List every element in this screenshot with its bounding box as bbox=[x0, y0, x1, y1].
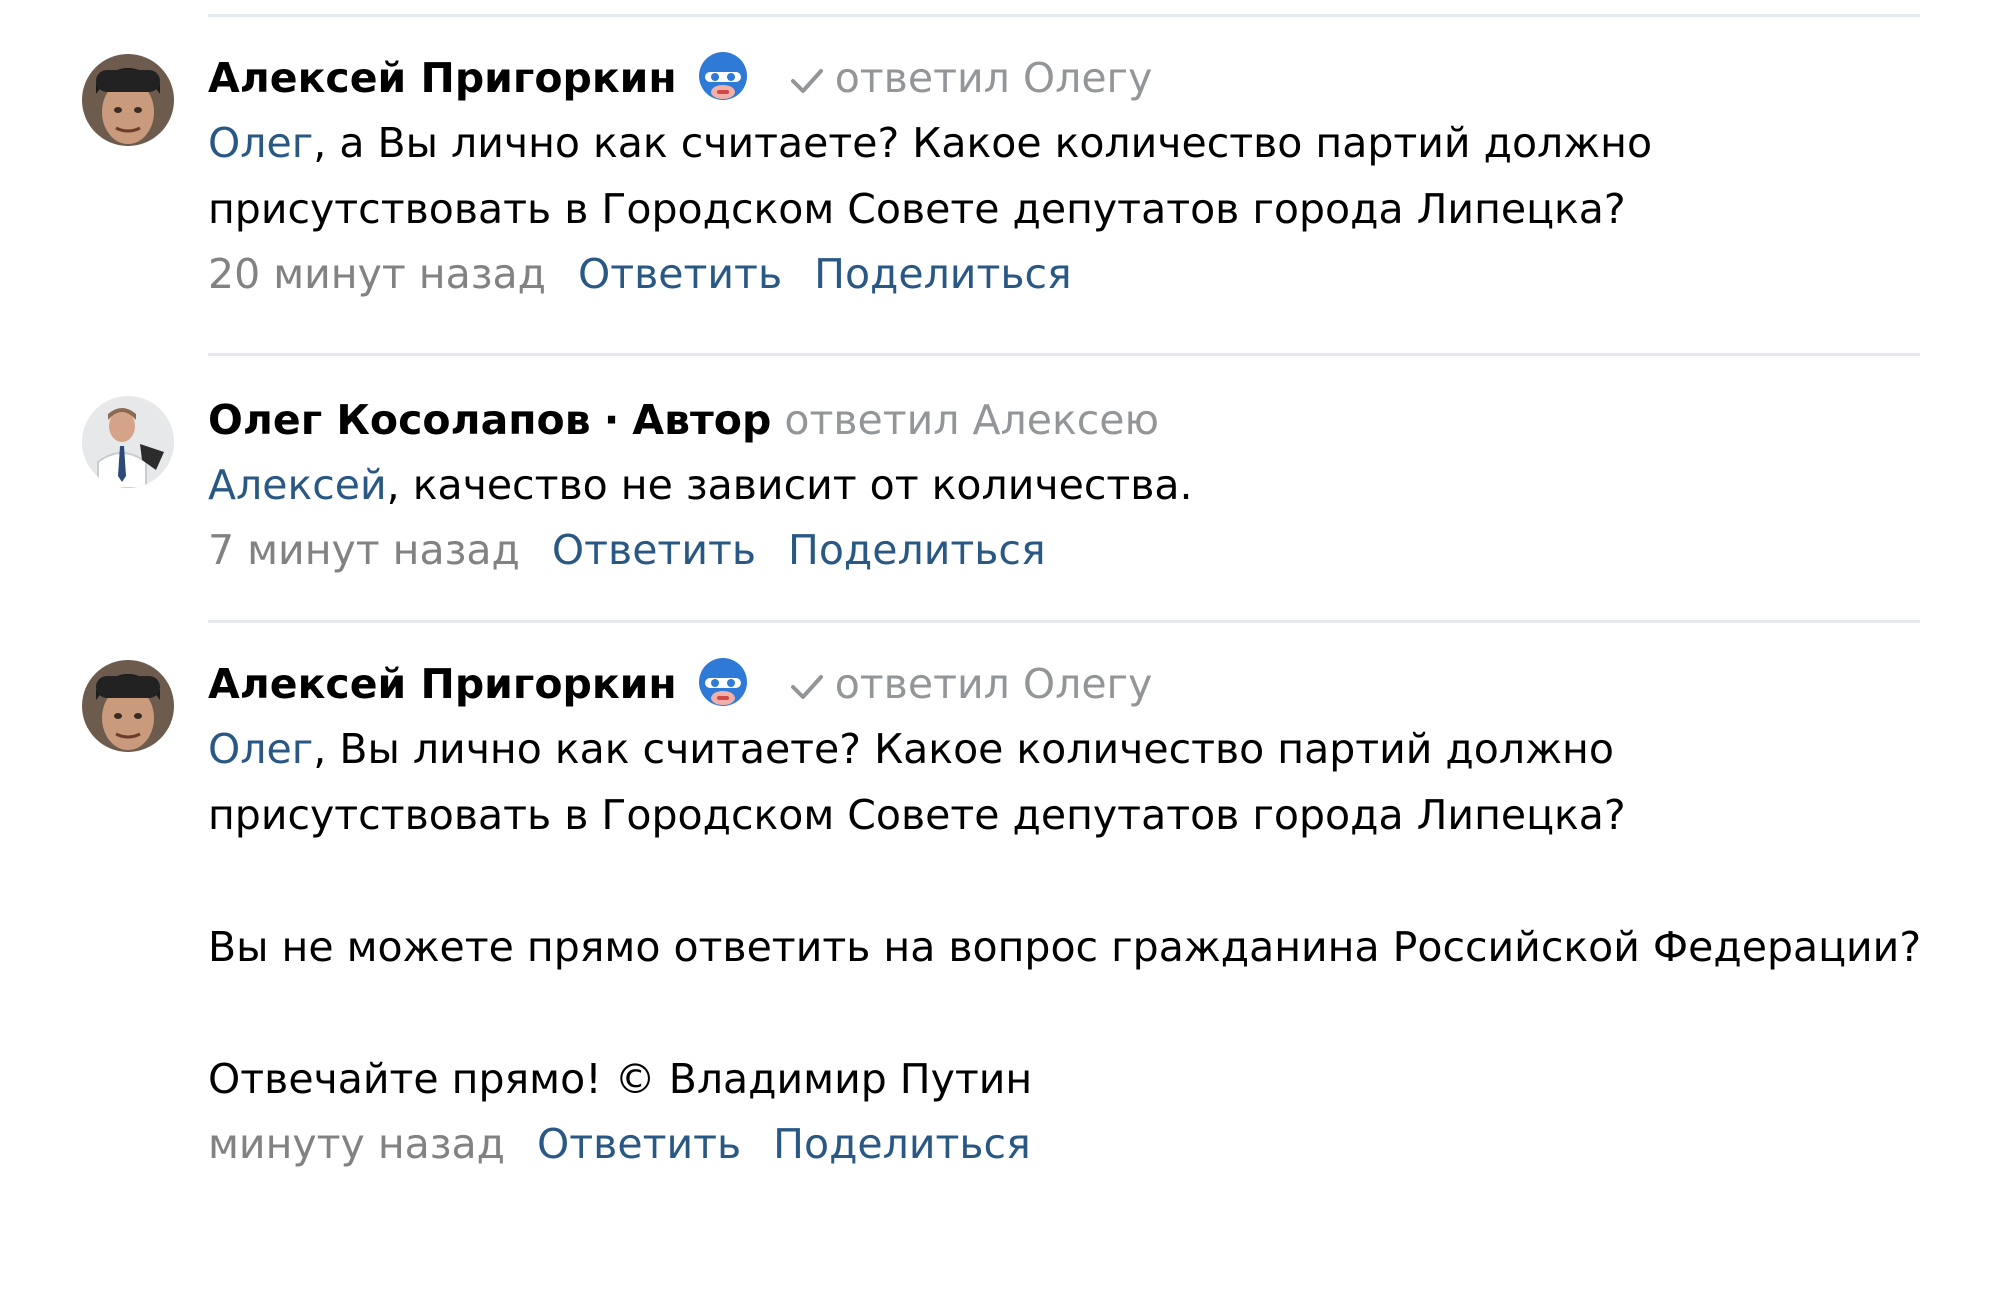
author-role: Автор bbox=[632, 396, 772, 444]
comment-header: Олег Косолапов · Автор ответил Алексею bbox=[208, 392, 1928, 448]
comment-text: Олег, Вы лично как считаете? Какое колич… bbox=[208, 716, 1928, 1112]
reply-button[interactable]: Ответить bbox=[552, 526, 756, 574]
superhero-badge-icon[interactable] bbox=[695, 652, 751, 708]
comment-body: , Вы лично как считаете? Какое количеств… bbox=[208, 725, 1922, 1103]
check-icon bbox=[790, 69, 823, 93]
divider bbox=[208, 620, 1920, 623]
divider-top bbox=[208, 14, 1920, 17]
reply-button[interactable]: Ответить bbox=[578, 250, 782, 298]
mention-link[interactable]: Олег bbox=[208, 725, 313, 773]
comment-meta: 20 минут назад Ответить Поделиться bbox=[208, 246, 1928, 302]
reply-button[interactable]: Ответить bbox=[537, 1120, 741, 1168]
divider bbox=[208, 353, 1920, 356]
superhero-badge-icon[interactable] bbox=[695, 46, 751, 102]
comment-meta: 7 минут назад Ответить Поделиться bbox=[208, 522, 1928, 578]
mention-link[interactable]: Алексей bbox=[208, 461, 387, 509]
author-name[interactable]: Алексей Пригоркин bbox=[208, 54, 677, 102]
author-name[interactable]: Алексей Пригоркин bbox=[208, 660, 677, 708]
check-icon bbox=[790, 675, 823, 699]
comment-text: Алексей, качество не зависит от количест… bbox=[208, 452, 1928, 518]
share-button[interactable]: Поделиться bbox=[814, 250, 1072, 298]
comment-text: Олег, а Вы лично как считаете? Какое кол… bbox=[208, 110, 1928, 242]
share-button[interactable]: Поделиться bbox=[788, 526, 1046, 574]
avatar[interactable] bbox=[82, 54, 174, 146]
avatar-photo-icon bbox=[82, 660, 174, 752]
replied-to: ответил Олегу bbox=[834, 660, 1153, 708]
share-button[interactable]: Поделиться bbox=[773, 1120, 1031, 1168]
timestamp[interactable]: минуту назад bbox=[208, 1120, 505, 1168]
comment-meta: минуту назад Ответить Поделиться bbox=[208, 1116, 1928, 1172]
mention-link[interactable]: Олег bbox=[208, 119, 313, 167]
replied-to: ответил Олегу bbox=[834, 54, 1153, 102]
comment-header: Алексей Пригоркин ответил Олегу bbox=[208, 50, 1928, 106]
comment-body: , качество не зависит от количества. bbox=[386, 461, 1193, 509]
author-name[interactable]: Олег Косолапов bbox=[208, 396, 591, 444]
avatar-photo-icon bbox=[82, 396, 174, 488]
comment-header: Алексей Пригоркин ответил Олегу bbox=[208, 656, 1928, 712]
avatar[interactable] bbox=[82, 396, 174, 488]
separator: · bbox=[603, 396, 620, 444]
timestamp[interactable]: 20 минут назад bbox=[208, 250, 546, 298]
avatar-photo-icon bbox=[82, 54, 174, 146]
replied-to: ответил Алексею bbox=[784, 396, 1160, 444]
comment-body: , а Вы лично как считаете? Какое количес… bbox=[208, 119, 1666, 233]
avatar[interactable] bbox=[82, 660, 174, 752]
timestamp[interactable]: 7 минут назад bbox=[208, 526, 520, 574]
